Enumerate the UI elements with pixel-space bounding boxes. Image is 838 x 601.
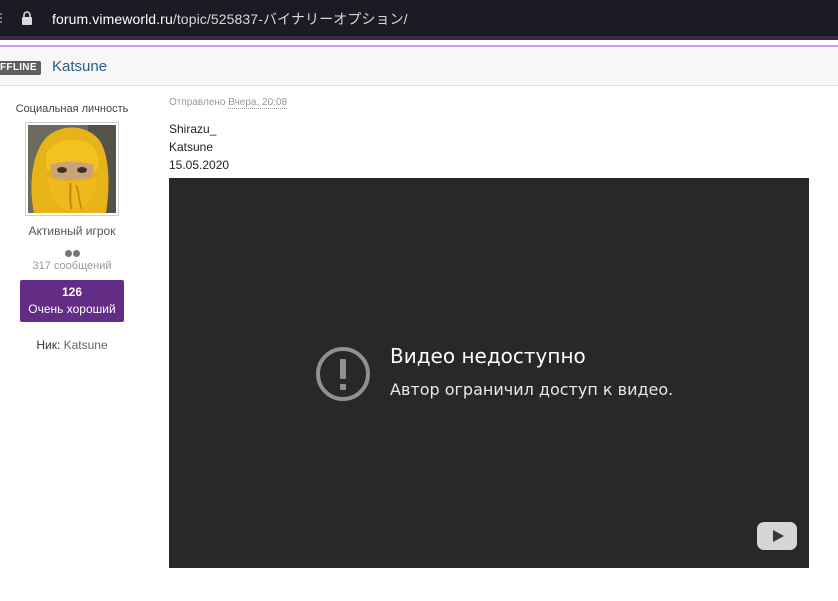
reputation-value: 126 [61, 285, 83, 299]
post-time-link[interactable]: Вчера, 20:08 [228, 97, 288, 109]
edge-grip-icon [0, 13, 3, 23]
offline-badge: FFLINE [0, 61, 41, 75]
url-host: forum.vimeworld.ru [52, 11, 173, 27]
post-line: Shirazu_ [169, 122, 217, 136]
reputation-badge: 126 Очень хороший [20, 280, 124, 322]
member-title: Социальная личность [15, 103, 129, 115]
member-rank: Активный игрок [28, 224, 116, 238]
error-icon [316, 347, 370, 401]
avatar[interactable] [25, 122, 119, 216]
url-path: /topic/525837-バイナリーオプション/ [172, 11, 408, 27]
reputation-label: Очень хороший [28, 302, 116, 316]
nick-label: Ник: [36, 338, 61, 352]
video-error-message: Автор ограничил доступ к видео. [390, 380, 674, 399]
browser-url-bar[interactable]: forum.vimeworld.ru/topic/525837-バイナリーオプシ… [0, 0, 838, 36]
video-error-title: Видео недоступно [390, 344, 586, 368]
lock-icon[interactable] [20, 10, 34, 26]
post-line: 15.05.2020 [169, 158, 230, 172]
nick-value: Katsune [63, 338, 108, 352]
author-name-link[interactable]: Katsune [52, 58, 107, 75]
post-meta: Отправлено Вчера, 20:08 [169, 97, 288, 109]
embedded-video-player[interactable]: Видео недоступно Автор ограничил доступ … [169, 178, 809, 568]
avatar-image [28, 125, 116, 213]
post-content: Shirazu_ Katsune 15.05.2020 [169, 120, 287, 174]
youtube-logo-icon[interactable] [757, 522, 797, 550]
post-author-bar: FFLINE Katsune [0, 48, 838, 86]
post-body: Отправлено Вчера, 20:08 Shirazu_ Katsune… [169, 97, 288, 174]
post-line: Katsune [169, 140, 214, 154]
rank-pips [8, 244, 136, 257]
rank-pip-icon [64, 250, 72, 257]
header-accent [0, 45, 838, 47]
author-profile: Социальная личность Активный игрок 317 с… [8, 96, 136, 352]
post-count: 317 сообщений [32, 260, 112, 272]
rank-pip-icon [72, 250, 80, 257]
url-text[interactable]: forum.vimeworld.ru/topic/525837-バイナリーオプシ… [52, 9, 408, 29]
nick-field: Ник: Katsune [8, 338, 136, 352]
post-meta-prefix: Отправлено [169, 97, 226, 108]
